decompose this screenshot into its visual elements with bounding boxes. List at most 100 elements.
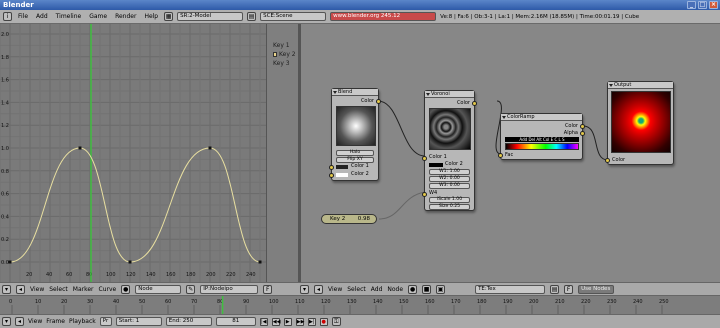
ipo-channel-key-3[interactable]: Key 3 [273,60,290,67]
pin-icon[interactable]: ✎ [186,284,196,294]
scene-field[interactable]: SCE:Scene [260,12,327,21]
menu-render[interactable]: Render [113,13,138,20]
collapse-menu-icon[interactable]: ◂ [16,284,25,294]
output-in-socket[interactable] [605,158,610,163]
browse-texture-icon[interactable]: ▤ [550,284,560,294]
timeline-menu-playback[interactable]: Playback [69,318,96,325]
composite-nodes-icon[interactable]: ■ [422,284,432,294]
channel-color-swatch[interactable] [273,52,277,57]
key-node-value[interactable]: 0.98 [358,215,370,223]
ipo-curve-editor[interactable]: 2.0 1.8 1.6 1.4 1.2 1.0 0.8 0.6 0.4 0.2 0.0 20 40 60 8… [0,24,266,282]
output-node-title[interactable]: Output [608,82,673,89]
ipo-menu-select[interactable]: Select [49,286,68,293]
voronoi-color2-swatch[interactable] [429,163,443,167]
colorramp-gradient[interactable] [505,143,579,150]
colorramp-buttons[interactable]: Add Del Alt Col E C L S [505,137,579,142]
preview-range-toggle[interactable]: Pr [99,317,112,326]
ipo-x-tick: 180 [186,272,196,278]
ipo-node-field[interactable]: Node [135,284,182,294]
timeline[interactable]: 0 10 20 30 40 50 60 70 80 90 100 110 120 130 140 150 160… [0,296,720,314]
jump-start-icon[interactable]: |◀ [259,317,268,326]
ipo-x-tick: 120 [126,272,136,278]
blend-node[interactable]: Blend Color Halo Flip XY Color 1 Color 2 [329,88,381,181]
texture-field[interactable]: TE:Tex [475,284,546,294]
window-titlebar: Blender _ □ × [0,0,720,10]
next-key-icon[interactable]: ▶▶ [295,317,304,326]
voronoi-w4-socket[interactable] [422,192,427,197]
menu-game[interactable]: Game [87,13,109,20]
key-value-node[interactable]: Key 2 0.98 [321,214,377,224]
close-icon[interactable]: × [709,1,718,9]
node-menu-select[interactable]: Select [347,286,366,293]
colorramp-out-color-socket[interactable] [580,124,585,129]
current-frame-field[interactable]: 81 [215,317,256,326]
blend-in1-socket[interactable] [329,165,334,170]
timeline-tick-label: 150 [399,299,409,305]
jump-end-icon[interactable]: ▶| [307,317,316,326]
voronoi-w2-field[interactable]: W2: 0.00 [429,176,470,182]
blend-in2-socket[interactable] [329,173,334,178]
voronoi-size-field[interactable]: Size 0.25 [429,204,470,210]
ipo-type-icon[interactable]: ● [121,284,131,294]
maximize-icon[interactable]: □ [698,1,707,9]
keying-set-icon[interactable]: ⚿ [331,317,341,326]
ipo-block-field[interactable]: IP:Nodeipo [200,284,259,294]
ipo-graph[interactable]: 2.01.81.61.41.21.00.80.60.40.20.020 40 60 8… [0,24,266,282]
ipo-channel-key-2[interactable]: Key 2 [273,51,296,58]
voronoi-node[interactable]: Voronoi Color Color 1 Color 2 W1: 1.00 W… [422,90,477,211]
ipo-menu-curve[interactable]: Curve [99,286,117,293]
timeline-editor-type-icon[interactable]: ▾ [2,317,11,326]
screen-icon[interactable]: ▦ [164,12,174,21]
voronoi-w1-field[interactable]: W1: 1.00 [429,169,470,175]
ipo-menu-view[interactable]: View [30,286,44,293]
timeline-menu-frame[interactable]: Frame [46,318,65,325]
voronoi-iscale-field[interactable]: iScale 1.00 [429,197,470,203]
texture-fake-user-icon[interactable]: F [564,284,574,294]
colorramp-node[interactable]: ColorRamp Color Alpha Add Del Alt Col E … [498,113,585,160]
editor-type-icon[interactable]: ▾ [2,284,11,294]
node-editor-type-icon[interactable]: ▾ [300,284,309,294]
texture-nodes-icon[interactable]: ▣ [436,284,446,294]
voronoi-in1-socket[interactable] [422,156,427,161]
timeline-collapse-icon[interactable]: ◂ [15,317,24,326]
blend-node-title[interactable]: Blend [332,89,378,96]
output-node[interactable]: Output Color [605,81,674,165]
voronoi-node-title[interactable]: Voronoi [425,91,474,98]
menu-timeline[interactable]: Timeline [54,13,84,20]
minimize-icon[interactable]: _ [687,1,696,9]
node-editor[interactable]: Blend Color Halo Flip XY Color 1 Color 2… [301,24,720,282]
use-nodes-toggle[interactable]: Use Nodes [578,284,615,294]
timeline-menu-view[interactable]: View [28,318,42,325]
colorramp-node-title[interactable]: ColorRamp [501,114,582,121]
prev-key-icon[interactable]: ◀◀ [271,317,280,326]
voronoi-w3-field[interactable]: W3: 0.00 [429,183,470,189]
key-node-label: Key 2 [330,216,346,222]
end-frame-field[interactable]: End: 250 [165,317,212,326]
blender-url[interactable]: www.blender.org 245.12 [330,12,437,21]
ipo-menu-marker[interactable]: Marker [73,286,94,293]
blend-out-socket[interactable] [376,99,381,104]
scene-icon[interactable]: ▤ [247,12,257,21]
menu-help[interactable]: Help [142,13,160,20]
colorramp-in-socket[interactable] [498,153,503,158]
menu-file[interactable]: File [16,13,30,20]
info-icon[interactable]: i [3,12,12,21]
blend-color2-swatch[interactable] [336,173,348,177]
record-icon[interactable]: ● [319,317,328,326]
shader-nodes-icon[interactable]: ● [408,284,418,294]
blend-color1-swatch[interactable] [336,165,348,169]
node-menu-add[interactable]: Add [371,286,383,293]
node-menu-node[interactable]: Node [387,286,403,293]
voronoi-out-socket[interactable] [472,101,477,106]
ipo-channel-key-1[interactable]: Key 1 [273,42,290,49]
menu-add[interactable]: Add [34,13,50,20]
fake-user-icon[interactable]: F [263,284,273,294]
colorramp-out-alpha-socket[interactable] [580,131,585,136]
node-menu-view[interactable]: View [328,286,342,293]
play-icon[interactable]: ▶ [283,317,292,326]
node-collapse-icon[interactable]: ◂ [314,284,323,294]
screen-field[interactable]: SR:2-Model [177,12,244,21]
start-frame-field[interactable]: Start: 1 [115,317,162,326]
timeline-ruler[interactable]: 0 10 20 30 40 50 60 70 80 90 100 110 120 130 140 150 160… [0,296,720,314]
blend-type-field[interactable]: Halo [336,150,374,156]
